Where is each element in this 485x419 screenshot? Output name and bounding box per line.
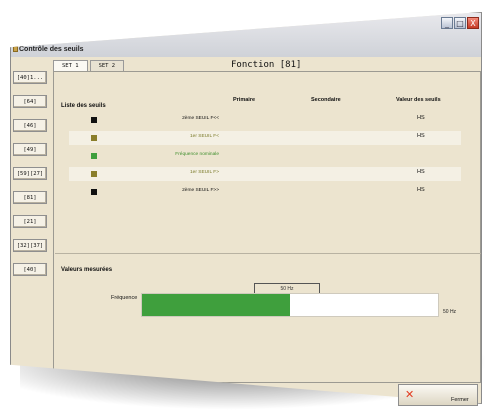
seuil-row: Fréquence nominale	[69, 149, 461, 163]
color-square	[91, 171, 97, 177]
window-title: Contrôle des seuils	[19, 46, 84, 53]
nav-button-81[interactable]: [81]	[13, 191, 47, 204]
fermer-label: Fermer	[451, 397, 469, 403]
nav-button-21[interactable]: [21]	[13, 215, 47, 228]
nav-button-40[interactable]: [40]	[13, 263, 47, 276]
seuil-label: 1er SEUIL F>	[189, 170, 219, 175]
window-controls: _ □ X	[441, 17, 479, 29]
seuil-label: Fréquence nominale	[175, 152, 219, 157]
mesures-heading: Valeurs mesurées	[61, 267, 113, 273]
seuil-label: 2ème SEUIL F<<	[182, 116, 219, 121]
col-primaire: Primaire	[233, 97, 256, 103]
seuil-value: HS	[417, 115, 425, 121]
frequency-bar-fill	[142, 294, 290, 316]
seuil-value: HS	[417, 187, 425, 193]
nav-button-49[interactable]: [49]	[13, 143, 47, 156]
fonction-title: Fonction [81]	[231, 60, 302, 70]
close-x-icon: ✕	[405, 388, 415, 401]
close-button[interactable]: X	[467, 17, 479, 29]
set-tabs: SET 1 SET 2	[53, 60, 126, 71]
seuil-row: 2ème SEUIL F<< HS	[69, 113, 461, 127]
fermer-button[interactable]: ✕ Fermer	[398, 384, 478, 406]
app-icon	[13, 46, 18, 52]
nav-button-46[interactable]: [46]	[13, 119, 47, 132]
frequency-max-label: 50 Hz	[443, 309, 457, 315]
col-secondaire: Secondaire	[311, 97, 341, 103]
scene: Contrôle des seuils _ □ X [40]1... [64] …	[0, 0, 485, 419]
color-square	[91, 117, 97, 123]
title-bar: Contrôle des seuils _ □ X	[11, 13, 481, 57]
seuil-row: 1er SEUIL F< HS	[69, 131, 461, 145]
seuil-label: 2ème SEUIL F>>	[182, 188, 219, 193]
frequency-bar	[141, 293, 439, 317]
function-nav: [40]1... [64] [46] [49] [59][27] [81] [2…	[13, 71, 49, 287]
seuil-value: HS	[417, 133, 425, 139]
section-divider	[55, 253, 481, 254]
seuil-label: 1er SEUIL F<	[189, 134, 219, 139]
seuil-value: HS	[417, 169, 425, 175]
tab-set-1[interactable]: SET 1	[53, 60, 88, 71]
maximize-button[interactable]: □	[454, 17, 466, 29]
color-square	[91, 135, 97, 141]
seuil-row: 2ème SEUIL F>> HS	[69, 185, 461, 199]
col-valeur: Valeur des seuils	[396, 97, 441, 103]
tab-set-2[interactable]: SET 2	[89, 60, 125, 71]
color-square	[91, 153, 97, 159]
nav-button-32-37[interactable]: [32][37]	[13, 239, 47, 252]
minimize-button[interactable]: _	[441, 17, 453, 29]
frequency-label: Fréquence	[111, 295, 138, 301]
nav-button-59-27[interactable]: [59][27]	[13, 167, 47, 180]
seuils-window: Contrôle des seuils _ □ X [40]1... [64] …	[10, 12, 482, 404]
nav-button-40-1[interactable]: [40]1...	[13, 71, 47, 84]
color-square	[91, 189, 97, 195]
nav-button-64[interactable]: [64]	[13, 95, 47, 108]
liste-heading: Liste des seuils	[61, 103, 106, 109]
seuil-row: 1er SEUIL F> HS	[69, 167, 461, 181]
